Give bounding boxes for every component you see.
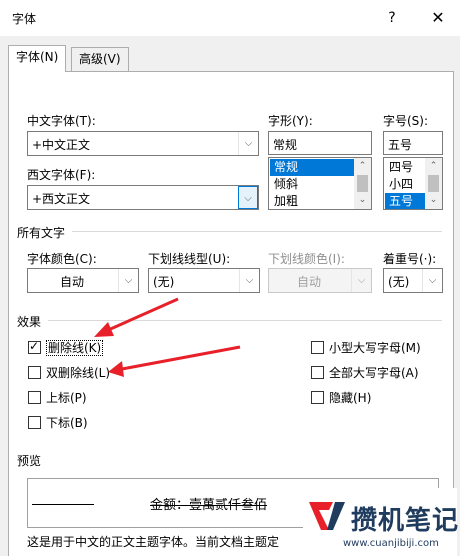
list-item[interactable]: 四号 — [385, 159, 425, 176]
list-item[interactable]: 加粗 — [270, 193, 354, 209]
font-color-label: 字体颜色(C): — [27, 252, 97, 266]
underline-color-select: 自动 ⌵ — [268, 268, 372, 293]
underline-type-value: (无) — [153, 275, 175, 289]
chevron-down-icon: ⌵ — [238, 186, 258, 209]
font-size-value: 五号 — [388, 138, 413, 152]
font-style-input[interactable]: 常规 — [268, 131, 372, 155]
double-strikethrough-label[interactable]: 双删除线(L) — [46, 364, 110, 381]
font-size-input[interactable]: 五号 — [383, 131, 443, 155]
superscript-checkbox[interactable] — [28, 391, 41, 404]
western-font-select[interactable]: +西文正文 ⌵ — [27, 185, 259, 210]
double-strikethrough-checkbox[interactable] — [28, 366, 41, 379]
window-title: 字体 — [12, 12, 37, 26]
chevron-down-icon[interactable]: ⌄ — [425, 192, 442, 209]
scrollbar[interactable]: ⌃ ⌄ — [425, 158, 442, 209]
superscript-label[interactable]: 上标(P) — [46, 389, 87, 406]
underline-color-label: 下划线颜色(I): — [268, 252, 345, 266]
scrollbar[interactable]: ⌃ ⌄ — [354, 158, 371, 209]
divider — [48, 320, 442, 321]
watermark: 攒机笔记 www.cuanjibiji.com — [303, 488, 460, 556]
check-icon: ✓ — [29, 339, 40, 353]
font-style-label: 字形(Y): — [268, 114, 313, 128]
tab-font[interactable]: 字体(N) — [8, 45, 67, 72]
chinese-font-label: 中文字体(T): — [27, 114, 96, 128]
chevron-down-icon: ⌵ — [238, 132, 258, 155]
all-caps-label[interactable]: 全部大写字母(A) — [329, 364, 419, 381]
font-size-list[interactable]: 四号 小四 五号 ⌃ ⌄ — [383, 157, 443, 210]
emphasis-mark-select[interactable]: (无) ⌵ — [383, 268, 443, 293]
scroll-thumb[interactable] — [428, 175, 439, 192]
font-style-list[interactable]: 常规 倾斜 加粗 ⌃ ⌄ — [268, 157, 372, 210]
font-color-select[interactable]: 自动 ⌵ — [27, 268, 139, 293]
chevron-down-icon[interactable]: ⌄ — [354, 192, 371, 209]
chevron-down-icon: ⌵ — [422, 269, 442, 292]
help-button[interactable]: ? — [380, 6, 404, 30]
underline-color-value: 自动 — [296, 275, 321, 289]
tab-advanced[interactable]: 高级(V) — [71, 47, 129, 71]
divider — [72, 231, 442, 232]
subscript-label[interactable]: 下标(B) — [46, 414, 88, 431]
chinese-font-value: +中文正文 — [32, 138, 91, 152]
small-caps-checkbox[interactable] — [311, 341, 324, 354]
strikethrough-label[interactable]: 删除线(K) — [46, 339, 104, 356]
western-font-value: +西文正文 — [32, 192, 91, 206]
font-color-value: 自动 — [59, 275, 84, 289]
subscript-checkbox[interactable] — [28, 416, 41, 429]
hidden-checkbox[interactable] — [311, 391, 324, 404]
scroll-thumb[interactable] — [357, 175, 368, 192]
hidden-label[interactable]: 隐藏(H) — [329, 389, 371, 406]
preview-sample: 金额：壹萬贰仟叁佰 — [150, 498, 268, 513]
strikethrough-checkbox[interactable]: ✓ — [28, 339, 41, 354]
emphasis-mark-value: (无) — [388, 275, 410, 289]
font-size-label: 字号(S): — [383, 114, 429, 128]
logo-icon — [309, 502, 345, 530]
all-caps-checkbox[interactable] — [311, 366, 324, 379]
list-item[interactable]: 常规 — [270, 159, 354, 176]
close-button[interactable]: ✕ — [424, 6, 452, 30]
font-style-value: 常规 — [273, 138, 298, 152]
chevron-up-icon[interactable]: ⌃ — [354, 158, 371, 175]
all-text-heading: 所有文字 — [17, 226, 66, 240]
list-item[interactable]: 倾斜 — [270, 176, 354, 193]
chevron-up-icon[interactable]: ⌃ — [425, 158, 442, 175]
watermark-url: www.cuanjibiji.com — [343, 538, 439, 549]
preview-description: 这是用于中文的正文主题字体。当前文档主题定 — [27, 535, 280, 549]
western-font-label: 西文字体(F): — [27, 168, 96, 182]
preview-rule-left — [32, 504, 94, 505]
emphasis-mark-label: 着重号(·): — [383, 252, 437, 266]
watermark-text: 攒机笔记 — [351, 506, 460, 536]
effects-heading: 效果 — [17, 315, 42, 329]
underline-type-label: 下划线线型(U): — [148, 252, 231, 266]
list-item[interactable]: 小四 — [385, 176, 425, 193]
chinese-font-select[interactable]: +中文正文 ⌵ — [27, 131, 259, 156]
small-caps-label[interactable]: 小型大写字母(M) — [329, 339, 421, 356]
list-item[interactable]: 五号 — [385, 193, 425, 209]
underline-type-select[interactable]: (无) ⌵ — [148, 268, 260, 293]
preview-heading: 预览 — [17, 454, 42, 468]
chevron-down-icon: ⌵ — [351, 269, 371, 292]
chevron-down-icon: ⌵ — [239, 269, 259, 292]
chevron-down-icon: ⌵ — [118, 269, 138, 292]
